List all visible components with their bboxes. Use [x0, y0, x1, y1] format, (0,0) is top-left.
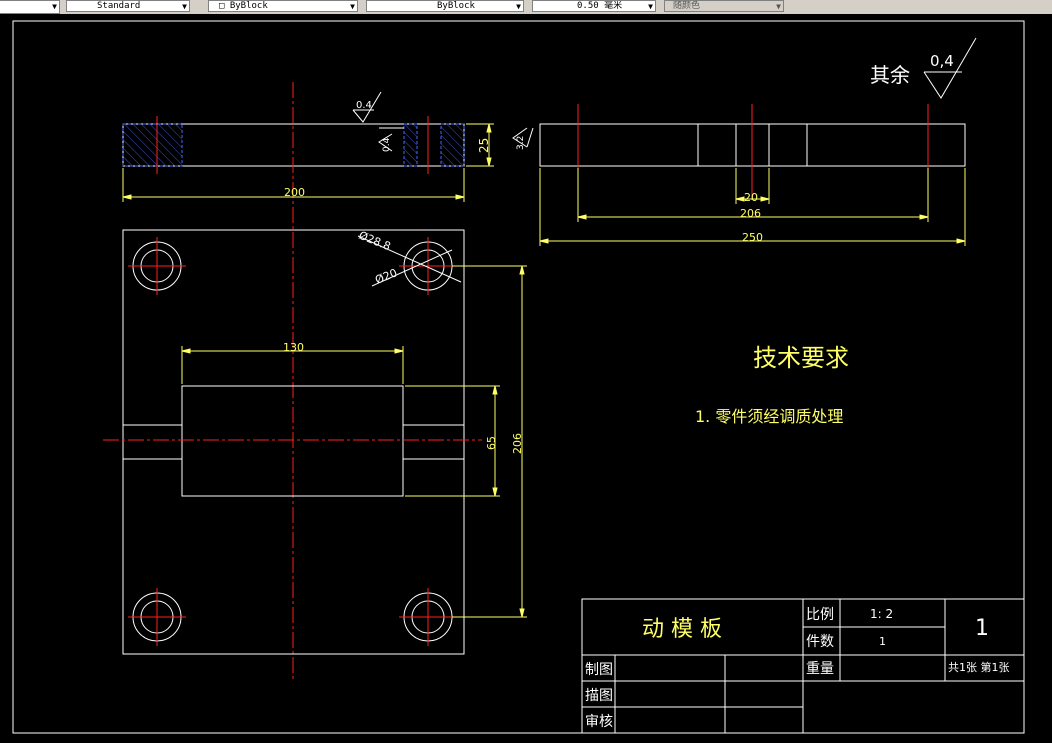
part-name: 动 模 板	[642, 617, 722, 642]
count-label: 件数	[806, 634, 834, 650]
dim-206-vertical-text: 206	[511, 433, 524, 454]
hole-top-right	[399, 237, 457, 295]
textstyle-dropdown[interactable]: Standard ▼	[66, 0, 190, 12]
layer-dropdown[interactable]: ▼	[0, 0, 60, 14]
dim-hole-small-text: Ø20	[373, 266, 399, 287]
scale-value: 1: 2	[870, 607, 893, 621]
chevron-down-icon: ▼	[182, 2, 187, 11]
checkbox-icon: □	[219, 1, 225, 11]
dim-65-text: 65	[485, 436, 498, 450]
dim-side-206-text: 206	[740, 207, 761, 220]
section-view	[122, 82, 465, 680]
tech-requirements-title: 技术要求	[753, 344, 849, 372]
linetype-dropdown[interactable]: □ ByBlock ▼	[208, 0, 358, 12]
lineweight-value: 0.50 毫米	[577, 1, 623, 11]
linetype-label: ByBlock	[229, 1, 268, 11]
color-dropdown[interactable]: 随颜色 ▼	[664, 0, 784, 12]
chevron-down-icon: ▼	[52, 2, 57, 11]
hole-top-left	[128, 237, 186, 295]
sheet-info: 共1张 第1张	[948, 660, 1010, 674]
roughness-small-2: 0.4	[382, 137, 392, 152]
hole-bottom-left	[128, 588, 186, 646]
drawing-number: 1	[975, 616, 989, 641]
dim-200-text: 200	[284, 186, 305, 199]
traced-by-label: 描图	[585, 688, 613, 704]
chevron-down-icon: ▼	[776, 2, 781, 11]
roughness-small-1: 0.4	[356, 100, 372, 111]
lineweight-dropdown[interactable]: ByBlock ▼	[366, 0, 524, 12]
count-value: 1	[879, 635, 886, 648]
chevron-down-icon: ▼	[516, 2, 521, 11]
dim-side-20-text: 20	[744, 191, 758, 204]
lineweight-value-dropdown[interactable]: 0.50 毫米 ▼	[532, 0, 656, 12]
lineweight-label: ByBlock	[437, 1, 475, 11]
properties-toolbar: ▼ Standard ▼ □ ByBlock ▼ ByBlock ▼ 0.50 …	[0, 0, 1052, 15]
color-label: 随颜色	[673, 1, 701, 11]
hole-bottom-right	[399, 588, 457, 646]
dim-25-text: 25	[477, 138, 491, 153]
cad-drawing: 200 25 0.4 0.4 3.2 20 206 250 其余 0,4 Ø28…	[12, 20, 1025, 734]
dim-side-250-text: 250	[742, 231, 763, 244]
dim-hole-large-text: Ø28.8	[357, 229, 393, 253]
scale-label: 比例	[806, 607, 834, 623]
checked-by-label: 审核	[585, 714, 613, 730]
chevron-down-icon: ▼	[350, 2, 355, 11]
chevron-down-icon: ▼	[648, 2, 653, 11]
roughness-value: 0,4	[930, 52, 954, 70]
textstyle-label: Standard	[97, 1, 141, 11]
weight-label: 重量	[806, 661, 834, 677]
dim-130-text: 130	[283, 341, 304, 354]
roughness-label: 其余	[870, 63, 910, 87]
tech-requirement-item-1: 1. 零件须经调质处理	[695, 407, 843, 426]
drawing-canvas[interactable]: 200 25 0.4 0.4 3.2 20 206 250 其余 0,4 Ø28…	[0, 14, 1052, 743]
roughness-small-3: 3.2	[516, 136, 526, 150]
drawn-by-label: 制图	[585, 662, 613, 678]
